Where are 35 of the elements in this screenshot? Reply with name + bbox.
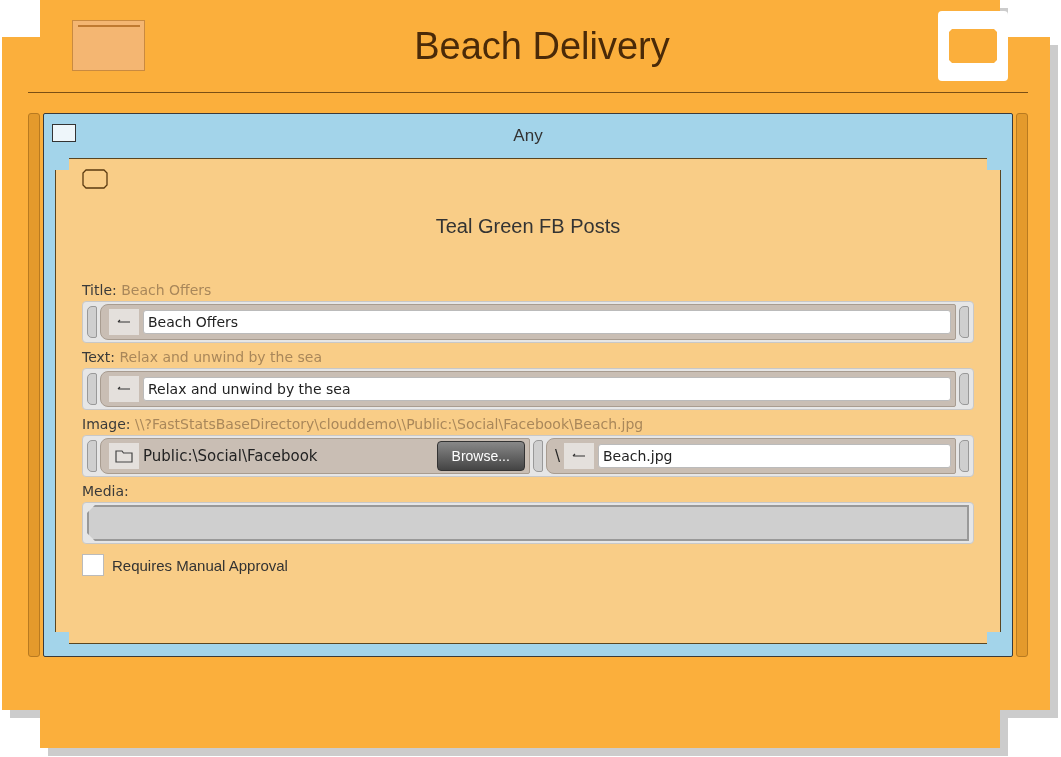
field-label: Title: Beach Offers (82, 282, 213, 298)
arrow-icon (117, 386, 131, 392)
frame-icon (82, 169, 108, 189)
input-mode-button[interactable] (109, 309, 139, 335)
field-label: Image: \\?FastStatsBaseDirectory\clouddemo\\Public:\Social\Facebook\Beach.jpg (82, 416, 645, 432)
field-label: Text: Relax and unwind by the sea (82, 349, 324, 365)
window-button-icon[interactable] (938, 11, 1008, 81)
input-mode-button[interactable] (563, 443, 594, 469)
input-mode-button[interactable] (109, 376, 139, 402)
card-title: Teal Green FB Posts (434, 215, 622, 238)
arrow-icon (117, 319, 131, 325)
field-end-cap (959, 373, 969, 405)
path-separator: \ (554, 447, 560, 465)
panel-icon[interactable] (72, 20, 146, 72)
field-end-cap (959, 306, 969, 338)
field-end-cap (87, 306, 97, 338)
group-label: Any (513, 126, 543, 146)
window-title: Beach Delivery (414, 24, 670, 68)
checkbox-label: Requires Manual Approval (112, 556, 288, 574)
folder-path: Public:\Social\Facebook (143, 447, 319, 465)
field-end-cap (87, 440, 97, 472)
group-icon (52, 124, 76, 142)
media-field[interactable] (82, 502, 974, 544)
input-field[interactable]: Relax and unwind by the sea (143, 377, 951, 401)
approval-checkbox[interactable] (82, 554, 104, 576)
browse-button[interactable]: Browse... (436, 441, 525, 471)
folder-button[interactable] (109, 443, 139, 469)
input-field[interactable]: Beach.jpg (597, 444, 951, 468)
folder-icon (115, 449, 133, 463)
field-end-cap (959, 440, 969, 472)
field-end-cap (532, 440, 543, 472)
arrow-icon (571, 453, 586, 459)
field-end-cap (87, 373, 97, 405)
input-field[interactable]: Beach Offers (143, 310, 951, 334)
field-label: Media: (82, 483, 130, 499)
